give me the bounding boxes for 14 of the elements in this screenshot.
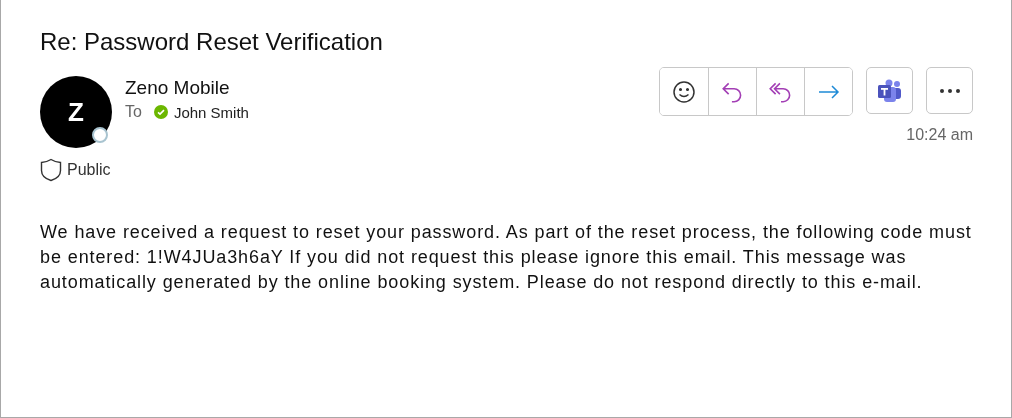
more-icon bbox=[939, 88, 960, 93]
sent-time: 10:24 am bbox=[906, 126, 973, 144]
teams-icon bbox=[876, 78, 903, 103]
forward-button[interactable] bbox=[804, 68, 852, 115]
sender-avatar: Z bbox=[40, 76, 112, 148]
sender-name[interactable]: Zeno Mobile bbox=[125, 76, 249, 100]
smiley-icon bbox=[672, 79, 696, 104]
sensitivity-label: Public bbox=[67, 161, 111, 179]
recipient-name[interactable]: John Smith bbox=[173, 103, 249, 121]
to-label: To bbox=[125, 103, 142, 121]
email-body: We have received a request to reset your password. As part of the reset process, the following code must be entered: 1!W4JUa3h6aY If you did not request this please ignore this email. This message was automatically generated by the online booking system. Please do not respond directly to this e-mail. bbox=[40, 221, 973, 294]
email-subject: Re: Password Reset Verification bbox=[40, 27, 384, 57]
shield-icon bbox=[40, 158, 62, 182]
teams-button[interactable] bbox=[866, 67, 913, 114]
